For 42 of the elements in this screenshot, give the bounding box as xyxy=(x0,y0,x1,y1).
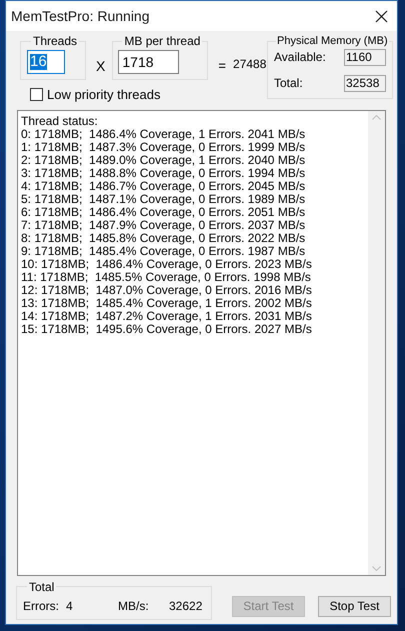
physical-memory-label: Physical Memory (MB) xyxy=(276,34,389,48)
equals-sign: = xyxy=(218,57,226,75)
status-line: 6: 1718MB; 1486.4% Coverage, 0 Errors. 2051 MB/s xyxy=(21,206,306,218)
status-line: 13: 1718MB; 1485.4% Coverage, 1 Errors. 2002 MB/s xyxy=(21,296,313,310)
mb-per-thread-label: MB per thread xyxy=(123,34,202,48)
status-line: 14: 1718MB; 1487.2% Coverage, 1 Errors. 2031 MB/s xyxy=(21,310,313,322)
status-line: 0: 1718MB; 1486.4% Coverage, 1 Errors. 2041 MB/s xyxy=(21,128,306,140)
checkbox[interactable] xyxy=(30,88,43,102)
readonly-field: 1160 xyxy=(344,48,386,66)
scrollbar[interactable] xyxy=(368,110,385,574)
close-icon xyxy=(374,10,388,22)
close-button[interactable] xyxy=(373,8,389,24)
threads-input[interactable]: 16 xyxy=(27,50,65,74)
status-line: 4: 1718MB; 1486.7% Coverage, 0 Errors. 2045 MB/s xyxy=(21,180,306,192)
status-line: 9: 1718MB; 1485.4% Coverage, 0 Errors. 1987 MB/s xyxy=(21,244,306,258)
multiply-sign: X xyxy=(96,57,106,76)
total-label: Total xyxy=(28,580,56,594)
status-line: 1: 1718MB; 1487.3% Coverage, 0 Errors. 1999 MB/s xyxy=(21,140,306,154)
rate-label: MB/s: xyxy=(118,598,150,615)
status-line: 15: 1718MB; 1495.6% Coverage, 0 Errors. 2027 MB/s xyxy=(21,322,313,336)
errors-label: Errors: xyxy=(23,598,60,615)
rate-value: 32622 xyxy=(169,598,202,615)
threads-label: Threads xyxy=(32,34,78,48)
readonly-field: 32538 xyxy=(344,74,386,92)
status-line: 7: 1718MB; 1487.9% Coverage, 0 Errors. 2037 MB/s xyxy=(21,218,306,232)
status-line: 10: 1718MB; 1486.4% Coverage, 0 Errors. 2023 MB/s xyxy=(21,258,313,270)
status-line: 5: 1718MB; 1487.1% Coverage, 0 Errors. 1989 MB/s xyxy=(21,192,306,206)
status-header: Thread status: xyxy=(21,114,99,128)
action-button[interactable]: Stop Test xyxy=(318,596,391,616)
window-title: MemTestPro: Running xyxy=(11,6,150,26)
status-line: 11: 1718MB; 1485.5% Coverage, 0 Errors. 1998 MB/s xyxy=(21,270,312,284)
status-line: 2: 1718MB; 1489.0% Coverage, 1 Errors. 2040 MB/s xyxy=(21,154,306,166)
status-line: 12: 1718MB; 1487.0% Coverage, 0 Errors. 2016 MB/s xyxy=(21,284,313,296)
mb-per-thread-input[interactable]: 1718 xyxy=(118,50,180,74)
field-label: Available: xyxy=(274,49,326,66)
status-line: 3: 1718MB; 1488.8% Coverage, 0 Errors. 1994 MB/s xyxy=(21,166,306,180)
field-label: Total: xyxy=(274,75,303,92)
checkbox-label: Low priority threads xyxy=(47,86,160,104)
status-line: 8: 1718MB; 1485.8% Coverage, 0 Errors. 2022 MB/s xyxy=(21,232,306,244)
errors-value: 4 xyxy=(66,598,74,615)
input-value: 16 xyxy=(30,54,47,70)
total-mb-value: 27488 xyxy=(233,56,266,73)
